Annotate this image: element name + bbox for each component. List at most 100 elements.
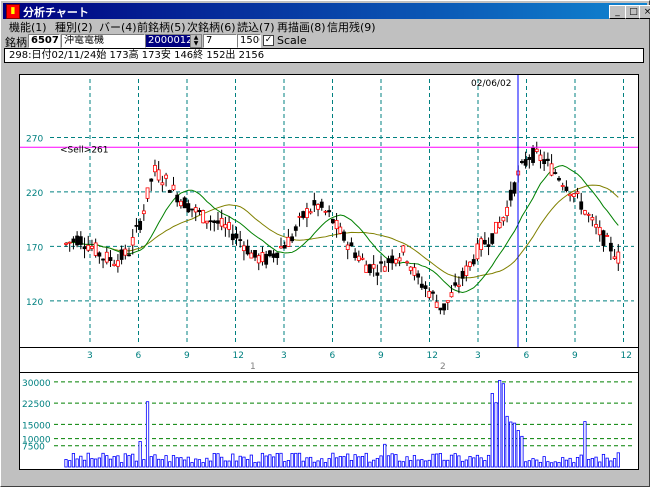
candle — [141, 210, 146, 215]
candle — [216, 220, 220, 224]
window-title: 分析チャート — [23, 6, 89, 19]
menu-margin[interactable]: 信用残(9) — [327, 19, 376, 35]
menu-redraw[interactable]: 再描画(8) — [277, 19, 326, 35]
volume-bar — [579, 454, 583, 468]
scale-checkbox[interactable]: ✓ — [263, 35, 274, 46]
candle — [145, 187, 150, 199]
candle — [264, 253, 269, 265]
volume-bar — [524, 461, 528, 468]
candle — [279, 245, 283, 249]
price-chart-panel[interactable]: 270 220 170 120 <Sell>261 02/06/02 — [19, 74, 639, 348]
date-spinner[interactable]: ▲ ▼ — [190, 34, 202, 48]
candle — [531, 147, 535, 163]
volume-bar — [564, 459, 569, 468]
x-tick-label: 9 — [572, 351, 578, 361]
volume-bar — [464, 459, 468, 468]
candle — [104, 251, 109, 263]
x-tick-label: 9 — [378, 351, 384, 361]
candle — [397, 257, 402, 262]
candle — [356, 255, 361, 261]
stock-code-field[interactable]: 6507 — [28, 34, 60, 48]
menu-load[interactable]: 読込(7) — [237, 19, 275, 35]
candle — [471, 259, 476, 265]
volume-bar — [472, 457, 476, 468]
candle — [386, 258, 391, 264]
year-label: 1 — [250, 362, 256, 372]
candle — [204, 220, 209, 224]
candle — [342, 231, 346, 241]
candle — [545, 158, 550, 161]
volume-bar — [271, 456, 276, 468]
volume-bar — [461, 460, 465, 468]
volume-bar — [479, 457, 483, 468]
y-tick-label: 170 — [26, 243, 43, 253]
candle — [301, 211, 306, 218]
candle — [390, 255, 395, 264]
volume-bar — [587, 458, 591, 468]
x-tick-label: 3 — [87, 351, 93, 361]
volume-bar — [616, 452, 620, 468]
candle — [86, 244, 91, 251]
candle — [586, 213, 591, 216]
volume-bar — [509, 421, 513, 468]
candle — [479, 238, 484, 250]
date-field[interactable]: 20000123 — [145, 34, 191, 48]
volume-bar — [234, 460, 239, 468]
candle — [305, 208, 309, 219]
volume-bar — [605, 457, 609, 468]
x-tick-label: 6 — [136, 351, 142, 361]
volume-bar — [594, 456, 598, 468]
volume-bar — [420, 459, 424, 468]
stock-name-field[interactable]: 沖電電機 — [61, 34, 145, 48]
volume-tick-label: 30000 — [22, 379, 51, 389]
candle — [323, 210, 328, 213]
minimize-button[interactable]: _ — [609, 5, 626, 19]
volume-bar — [264, 455, 268, 468]
x-tick-label: 3 — [281, 351, 287, 361]
x-tick-label: 12 — [427, 351, 438, 361]
candle — [423, 285, 428, 289]
candle — [453, 282, 458, 286]
candle — [138, 221, 143, 230]
menu-bar-type[interactable]: バー(4) — [99, 19, 137, 35]
candle — [82, 246, 87, 250]
volume-bar — [138, 441, 142, 468]
candle — [160, 182, 165, 186]
price-chart[interactable]: 270 220 170 120 <Sell>261 02/06/02 — [20, 75, 638, 347]
volume-bar — [409, 460, 413, 468]
volume-bar — [435, 453, 439, 468]
menu-type[interactable]: 種別(2) — [55, 19, 93, 35]
days-field[interactable]: 7 — [203, 34, 237, 48]
volume-bar — [79, 455, 83, 468]
menu-next-stock[interactable]: 次銘柄(6) — [187, 19, 236, 35]
chart-app-icon[interactable]: ▮ — [6, 4, 20, 19]
volume-bar — [153, 454, 157, 468]
volume-bar — [383, 443, 387, 468]
count-field[interactable]: 1500 — [237, 34, 261, 48]
volume-bar — [90, 458, 94, 468]
volume-bar — [453, 453, 457, 468]
candle — [427, 291, 432, 298]
candle — [508, 189, 513, 201]
candle — [282, 245, 287, 249]
candle — [431, 291, 435, 294]
candle — [78, 236, 83, 245]
candle — [334, 219, 339, 230]
volume-bar — [120, 462, 124, 468]
title-bar[interactable]: ▮ 分析チャート _ □ × — [3, 3, 650, 19]
volume-bar — [379, 455, 383, 468]
candle — [364, 264, 369, 273]
menu-prev-stock[interactable]: 前銘柄(5) — [137, 19, 186, 35]
volume-bar — [242, 456, 246, 468]
candle — [149, 178, 154, 182]
volume-chart[interactable]: 300002250015000100007500 — [20, 373, 638, 469]
candle — [368, 264, 372, 273]
close-button[interactable]: × — [639, 5, 650, 19]
candle — [153, 165, 157, 173]
candle — [553, 172, 558, 174]
menu-bar: 機能(1) 種別(2) バー(4) 前銘柄(5) 次銘柄(6) 読込(7) 再描… — [3, 19, 647, 35]
menu-function[interactable]: 機能(1) — [9, 19, 47, 35]
volume-bar — [205, 457, 209, 468]
volume-chart-panel[interactable]: 30000 22500 15000 10000 7500 — [19, 372, 639, 470]
volume-bar — [86, 452, 90, 468]
